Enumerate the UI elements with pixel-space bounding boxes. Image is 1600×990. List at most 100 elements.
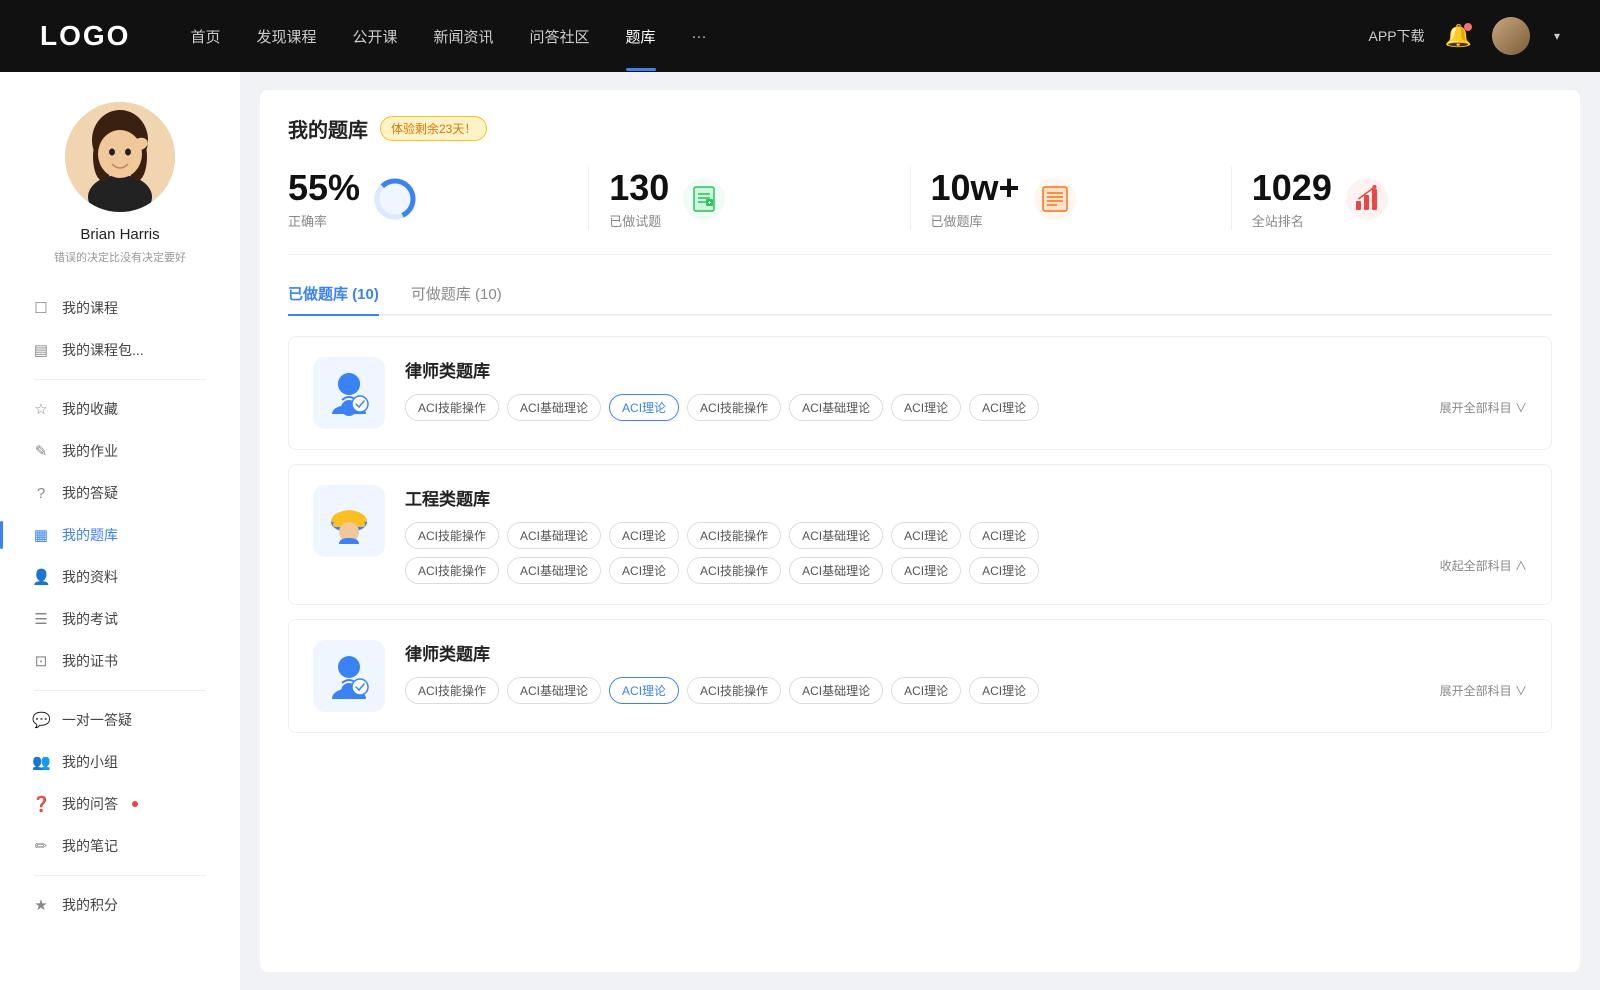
nav-link-discover[interactable]: 发现课程 [256, 26, 316, 47]
stat-rank-value: 1029 [1252, 167, 1332, 209]
tag-3-4[interactable]: ACI技能操作 [687, 677, 781, 704]
sidebar-item-favorites[interactable]: ☆ 我的收藏 [12, 388, 228, 430]
bank-card-2-tags-row1: ACI技能操作 ACI基础理论 ACI理论 ACI技能操作 ACI基础理论 AC… [405, 522, 1527, 549]
tag-1-6[interactable]: ACI理论 [891, 394, 961, 421]
tag-2-3[interactable]: ACI理论 [609, 522, 679, 549]
points-icon: ★ [32, 896, 50, 914]
tag-2-12[interactable]: ACI基础理论 [789, 557, 883, 584]
stat-accuracy-text: 55% 正确率 [288, 167, 360, 230]
tag-1-7[interactable]: ACI理论 [969, 394, 1039, 421]
tag-3-3[interactable]: ACI理论 [609, 677, 679, 704]
nav-logo[interactable]: LOGO [40, 20, 130, 52]
tag-1-1[interactable]: ACI技能操作 [405, 394, 499, 421]
tag-2-7[interactable]: ACI理论 [969, 522, 1039, 549]
tag-2-8[interactable]: ACI技能操作 [405, 557, 499, 584]
certificate-icon: ⊡ [32, 652, 50, 670]
favorites-icon: ☆ [32, 400, 50, 418]
stat-questions-done-text: 130 已做试题 [609, 167, 669, 230]
tag-2-4[interactable]: ACI技能操作 [687, 522, 781, 549]
collapse-btn-2[interactable]: 收起全部科目 ∧ [1440, 557, 1527, 584]
sidebar-menu: ☐ 我的课程 ▤ 我的课程包... ☆ 我的收藏 ✎ 我的作业 ? 我的答疑 ▦ [0, 287, 240, 926]
stat-rank-text: 1029 全站排名 [1252, 167, 1332, 230]
lawyer-2-svg-icon [322, 649, 376, 703]
page-title: 我的题库 [288, 114, 368, 143]
exam-icon: ☰ [32, 610, 50, 628]
sidebar-item-notes[interactable]: ✏ 我的笔记 [12, 825, 228, 867]
stat-questions-done-value: 130 [609, 167, 669, 209]
homework-icon: ✎ [32, 442, 50, 460]
sidebar-item-packages[interactable]: ▤ 我的课程包... [12, 329, 228, 371]
nav-link-home[interactable]: 首页 [190, 26, 220, 47]
expand-btn-1[interactable]: 展开全部科目 ∨ [1440, 399, 1527, 416]
bank-card-1-content: 律师类题库 ACI技能操作 ACI基础理论 ACI理论 ACI技能操作 ACI基… [405, 357, 1527, 421]
nav-link-bank[interactable]: 题库 [626, 26, 656, 47]
nav-link-qa[interactable]: 问答社区 [530, 26, 590, 47]
sidebar-item-exam[interactable]: ☰ 我的考试 [12, 598, 228, 640]
bank-card-3-content: 律师类题库 ACI技能操作 ACI基础理论 ACI理论 ACI技能操作 ACI基… [405, 640, 1527, 704]
user-avatar[interactable] [1492, 17, 1530, 55]
lawyer-svg-icon [322, 366, 376, 420]
tag-2-13[interactable]: ACI理论 [891, 557, 961, 584]
app-download-link[interactable]: APP下载 [1369, 26, 1425, 46]
bank-card-2-content: 工程类题库 ACI技能操作 ACI基础理论 ACI理论 ACI技能操作 ACI基… [405, 485, 1527, 584]
tag-2-1[interactable]: ACI技能操作 [405, 522, 499, 549]
sidebar-item-1v1[interactable]: 💬 一对一答疑 [12, 699, 228, 741]
tag-2-5[interactable]: ACI基础理论 [789, 522, 883, 549]
tag-2-2[interactable]: ACI基础理论 [507, 522, 601, 549]
tag-1-4[interactable]: ACI技能操作 [687, 394, 781, 421]
bank-icon-lawyer [313, 357, 385, 429]
bank-card-lawyer-1: 律师类题库 ACI技能操作 ACI基础理论 ACI理论 ACI技能操作 ACI基… [288, 336, 1552, 450]
stat-rank: 1029 全站排名 [1232, 167, 1552, 230]
sidebar-item-points[interactable]: ★ 我的积分 [12, 884, 228, 926]
sidebar-item-certificate[interactable]: ⊡ 我的证书 [12, 640, 228, 682]
stat-banks-done-value: 10w+ [931, 167, 1020, 209]
qa-notification-dot [132, 801, 138, 807]
bank-list: 律师类题库 ACI技能操作 ACI基础理论 ACI理论 ACI技能操作 ACI基… [288, 336, 1552, 747]
bank-card-3-tags: ACI技能操作 ACI基础理论 ACI理论 ACI技能操作 ACI基础理论 AC… [405, 677, 1527, 704]
tag-3-1[interactable]: ACI技能操作 [405, 677, 499, 704]
tag-2-14[interactable]: ACI理论 [969, 557, 1039, 584]
engineer-svg-icon [322, 494, 376, 548]
stat-accuracy: 55% 正确率 [288, 167, 589, 230]
user-menu-chevron[interactable]: ▾ [1554, 29, 1560, 43]
notification-bell[interactable]: 🔔 [1445, 23, 1472, 49]
nav-link-open[interactable]: 公开课 [352, 26, 397, 47]
tag-1-3[interactable]: ACI理论 [609, 394, 679, 421]
notification-dot [1464, 23, 1472, 31]
tag-1-2[interactable]: ACI基础理论 [507, 394, 601, 421]
sidebar-item-profile[interactable]: 👤 我的资料 [12, 556, 228, 598]
profile-icon: 👤 [32, 568, 50, 586]
bank-card-1-tags: ACI技能操作 ACI基础理论 ACI理论 ACI技能操作 ACI基础理论 AC… [405, 394, 1527, 421]
divider-1 [34, 379, 207, 380]
sidebar-item-courses[interactable]: ☐ 我的课程 [12, 287, 228, 329]
tag-2-6[interactable]: ACI理论 [891, 522, 961, 549]
sidebar-item-group[interactable]: 👥 我的小组 [12, 741, 228, 783]
sidebar-item-homework[interactable]: ✎ 我的作业 [12, 430, 228, 472]
stat-questions-done-label: 已做试题 [609, 211, 669, 230]
main-content: 我的题库 体验剩余23天！ 55% 正确率 [260, 90, 1580, 972]
expand-btn-3[interactable]: 展开全部科目 ∨ [1440, 682, 1527, 699]
stat-questions-done: 130 已做试题 [589, 167, 910, 230]
nav-link-more[interactable]: ··· [692, 28, 707, 45]
stat-banks-done-label: 已做题库 [931, 211, 1020, 230]
tag-1-5[interactable]: ACI基础理论 [789, 394, 883, 421]
tag-2-9[interactable]: ACI基础理论 [507, 557, 601, 584]
tab-available[interactable]: 可做题库 (10) [411, 283, 502, 314]
sidebar-item-bank[interactable]: ▦ 我的题库 [12, 514, 228, 556]
page-body: Brian Harris 错误的决定比没有决定要好 ☐ 我的课程 ▤ 我的课程包… [0, 72, 1600, 990]
bank-icon-lawyer-2 [313, 640, 385, 712]
stat-banks-done: 10w+ 已做题库 [911, 167, 1232, 230]
tab-done[interactable]: 已做题库 (10) [288, 283, 379, 314]
tag-3-2[interactable]: ACI基础理论 [507, 677, 601, 704]
stat-rank-label: 全站排名 [1252, 211, 1332, 230]
sidebar-item-myqa[interactable]: ❓ 我的问答 [12, 783, 228, 825]
tag-3-7[interactable]: ACI理论 [969, 677, 1039, 704]
sidebar-item-questions[interactable]: ? 我的答疑 [12, 472, 228, 514]
tag-3-6[interactable]: ACI理论 [891, 677, 961, 704]
nav-link-news[interactable]: 新闻资讯 [434, 26, 494, 47]
tag-2-10[interactable]: ACI理论 [609, 557, 679, 584]
tag-2-11[interactable]: ACI技能操作 [687, 557, 781, 584]
notes-icon: ✏ [32, 837, 50, 855]
doc-icon [690, 185, 718, 213]
tag-3-5[interactable]: ACI基础理论 [789, 677, 883, 704]
